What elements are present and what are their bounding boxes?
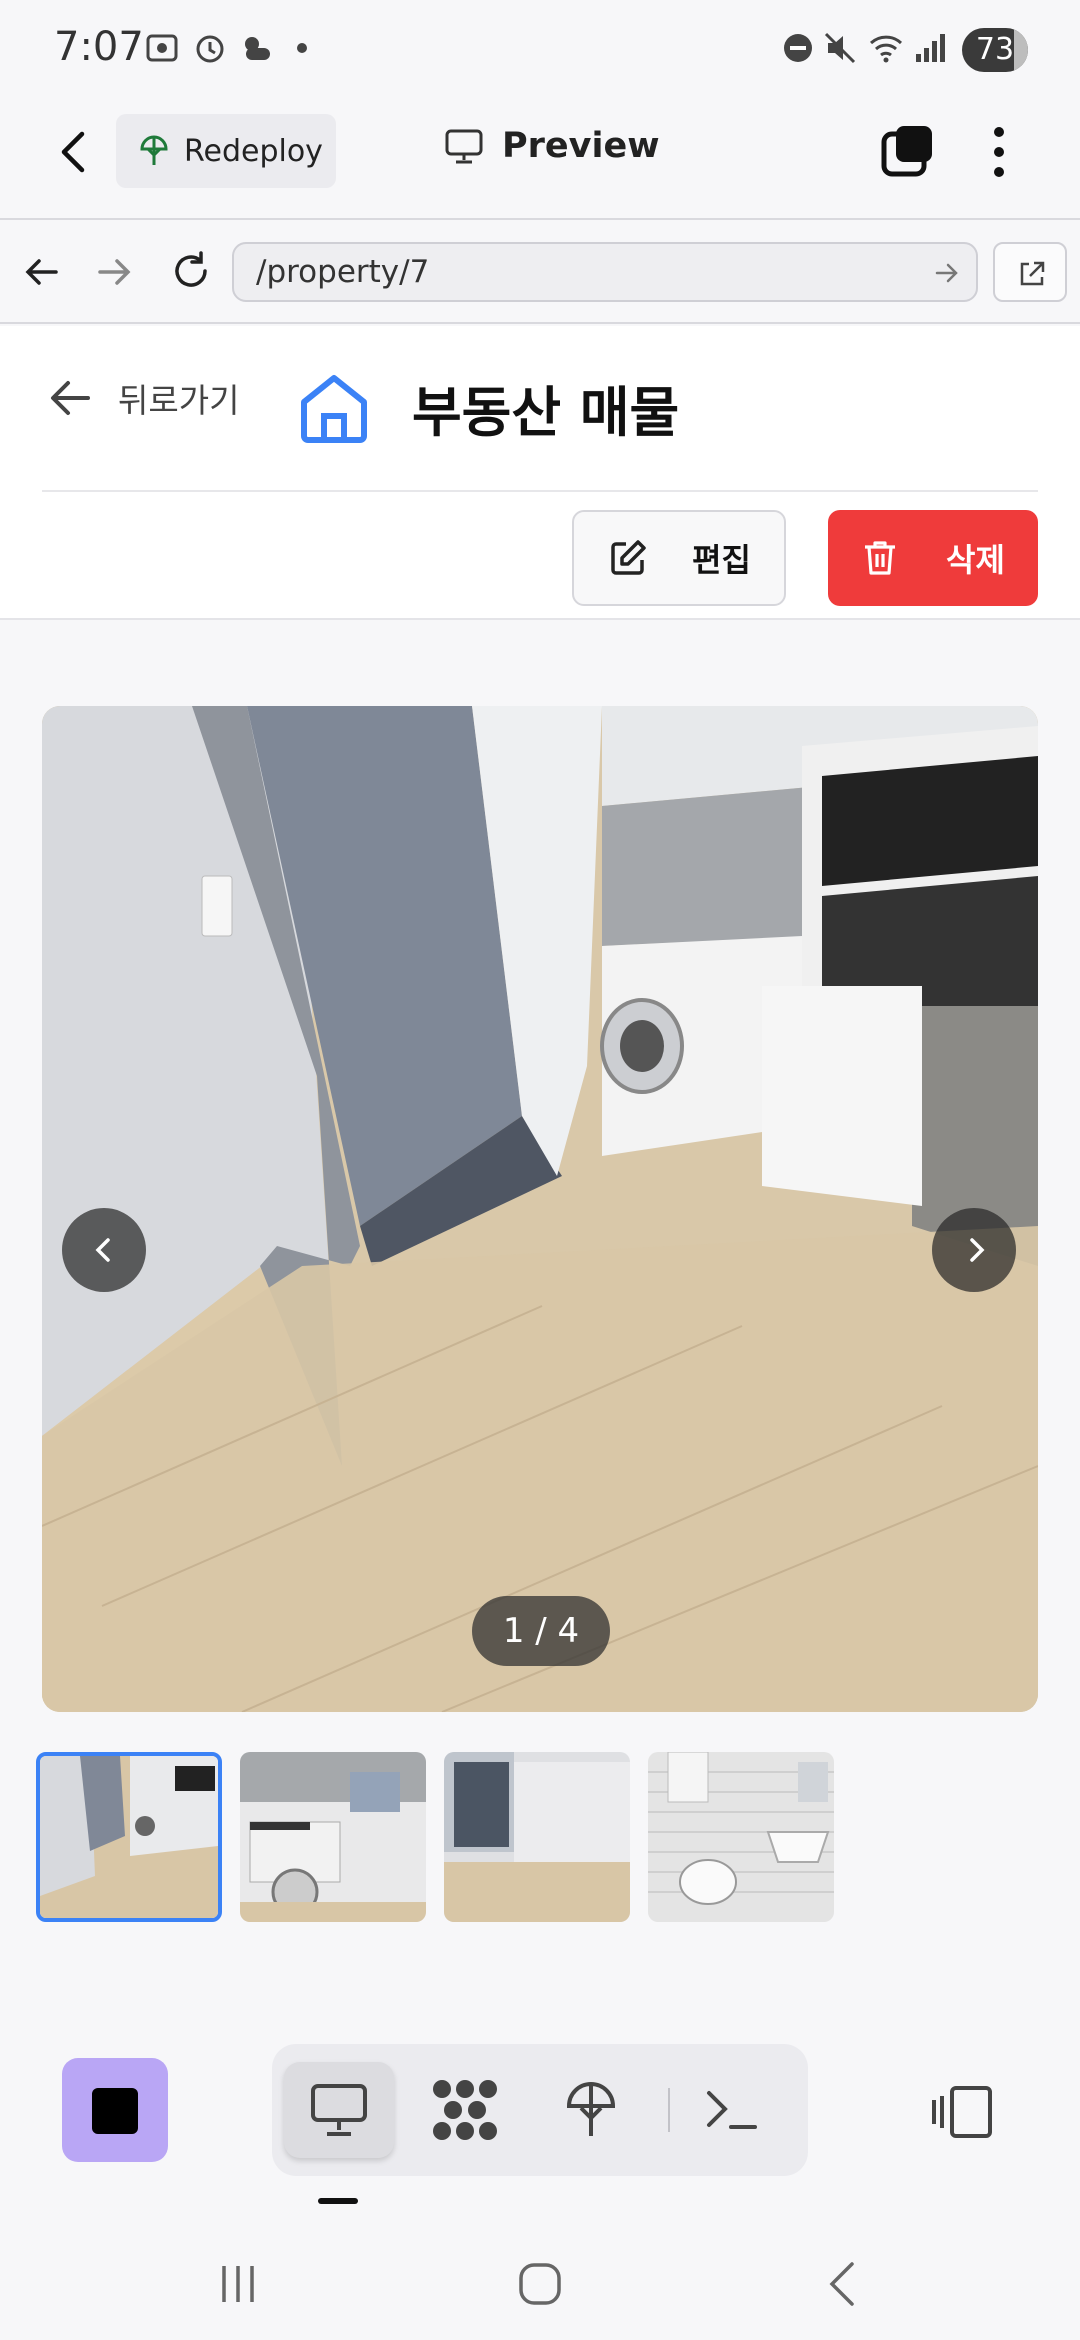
thumbnail-room-window[interactable]	[444, 1752, 630, 1922]
thumbnail-kitchen-washer[interactable]	[240, 1752, 426, 1922]
browser-forward-icon[interactable]	[96, 254, 132, 290]
battery-level: 73	[975, 32, 1015, 67]
preview-title: Preview	[444, 126, 660, 166]
edit-label: 편집	[692, 541, 751, 579]
wifi-icon	[869, 35, 903, 63]
home-nav-icon[interactable]	[516, 2260, 564, 2308]
weather-icon	[245, 37, 270, 60]
app-toolbar: Redeploy Preview	[0, 100, 1080, 220]
back-icon[interactable]	[54, 128, 94, 176]
page-header: 뒤로가기 부동산 매물 편집 삭제	[0, 326, 1080, 620]
delete-label: 삭제	[946, 541, 1005, 579]
split-view-icon[interactable]	[930, 2084, 996, 2140]
thumbnail-image	[40, 1756, 218, 1918]
active-tab-indicator	[318, 2198, 358, 2204]
recent-apps-icon[interactable]	[214, 2260, 262, 2308]
page-title: 부동산 매물	[412, 381, 680, 444]
home-icon	[301, 375, 367, 443]
room-photo	[42, 706, 1038, 1712]
open-external-button[interactable]	[993, 242, 1067, 302]
screenshot-icon	[146, 34, 178, 62]
url-input[interactable]: /property/7	[232, 242, 978, 302]
tab-separator	[668, 2088, 670, 2132]
thumbnail-image	[444, 1752, 630, 1922]
deploy-icon	[140, 135, 168, 165]
system-navigation	[0, 2232, 1080, 2340]
prev-photo-button[interactable]	[62, 1208, 146, 1292]
tabs-icon[interactable]	[880, 124, 936, 180]
dock-tabs	[272, 2044, 808, 2176]
chevron-right-icon	[970, 1238, 985, 1262]
thumbnail-bathroom[interactable]	[648, 1752, 834, 1922]
alarm-icon	[196, 35, 224, 63]
url-text: /property/7	[256, 254, 430, 290]
dot-icon	[297, 43, 307, 53]
deploy-tab[interactable]	[536, 2062, 646, 2158]
stop-button[interactable]	[62, 2058, 168, 2162]
url-bar: /property/7	[0, 220, 1080, 324]
monitor-icon	[311, 2084, 367, 2136]
thumbnail-image	[648, 1752, 834, 1922]
trash-icon	[865, 541, 895, 575]
signal-icon	[916, 34, 945, 62]
delete-button[interactable]: 삭제	[828, 510, 1038, 606]
more-menu-icon[interactable]	[984, 124, 1014, 180]
preview-label: Preview	[502, 126, 660, 166]
redeploy-label: Redeploy	[184, 133, 323, 169]
edit-button[interactable]: 편집	[572, 510, 786, 606]
photo-counter: 1 / 4	[472, 1596, 610, 1666]
header-divider	[42, 490, 1038, 492]
dnd-icon	[784, 34, 812, 62]
go-arrow-icon[interactable]	[934, 260, 960, 286]
status-time: 7:07	[54, 24, 144, 70]
back-nav-icon[interactable]	[820, 2260, 868, 2308]
status-bar: 7:07 73	[0, 0, 1080, 100]
preview-tab[interactable]	[284, 2062, 394, 2158]
graph-tab[interactable]	[410, 2062, 520, 2158]
edit-icon	[611, 540, 646, 575]
back-label: 뒤로가기	[118, 381, 240, 420]
back-link[interactable]: 뒤로가기	[46, 374, 239, 422]
battery-indicator: 73	[962, 28, 1028, 72]
bottom-dock	[0, 2032, 1080, 2232]
mute-icon	[824, 32, 856, 64]
terminal-tab[interactable]	[676, 2062, 786, 2158]
browser-back-icon[interactable]	[24, 254, 60, 290]
thumbnail-image	[240, 1752, 426, 1922]
main-photo: 1 / 4	[42, 706, 1038, 1712]
reload-icon[interactable]	[170, 250, 212, 292]
next-photo-button[interactable]	[932, 1208, 1016, 1292]
monitor-icon	[445, 129, 483, 164]
redeploy-button[interactable]: Redeploy	[116, 114, 336, 188]
arrow-left-icon	[51, 381, 90, 415]
terminal-icon	[707, 2091, 757, 2129]
graph-icon	[433, 2080, 497, 2140]
external-link-icon	[1020, 261, 1045, 286]
thumbnail-strip	[36, 1752, 834, 1922]
thumbnail-room-kitchen[interactable]	[36, 1752, 222, 1922]
chevron-left-icon	[95, 1238, 110, 1262]
deploy-icon	[566, 2082, 616, 2136]
